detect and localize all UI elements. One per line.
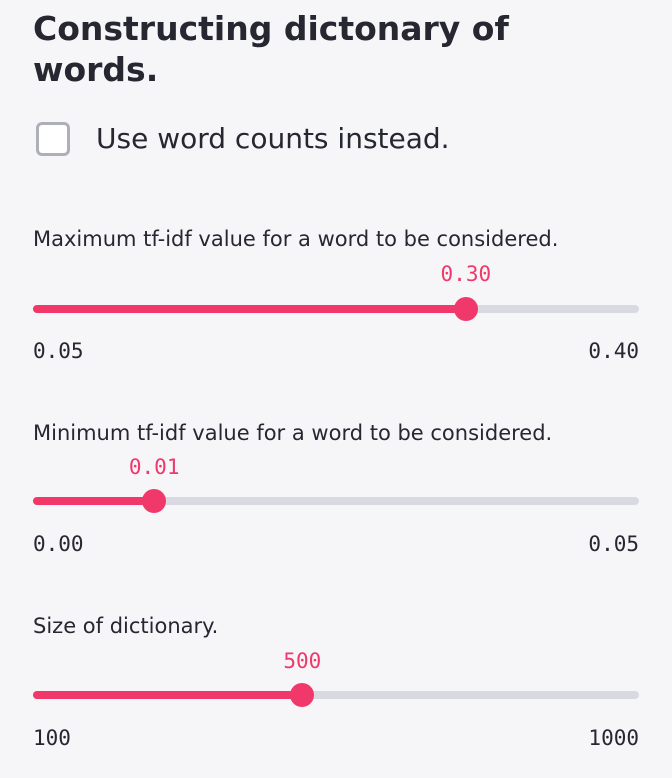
- word-counts-checkbox[interactable]: Use word counts instead.: [36, 119, 450, 159]
- dictionary-size-slider-label: Size of dictionary.: [33, 614, 219, 638]
- max-tfidf-slider-min: 0.05: [33, 339, 84, 363]
- dictionary-size-slider-fill: [33, 691, 303, 699]
- max-tfidf-slider-fill: [33, 305, 466, 313]
- dictionary-size-slider-track[interactable]: [33, 683, 639, 707]
- min-tfidf-slider-label: Minimum tf-idf value for a word to be co…: [33, 421, 553, 445]
- max-tfidf-slider-thumb[interactable]: [453, 297, 478, 321]
- dictionary-size-slider-value: 500: [283, 649, 322, 673]
- dictionary-size-slider-thumb[interactable]: [290, 683, 315, 707]
- min-tfidf-slider-track[interactable]: [33, 489, 639, 513]
- section-title: Constructing dictonary of words.: [33, 9, 509, 89]
- min-tfidf-slider-value: 0.01: [128, 455, 180, 479]
- min-tfidf-slider-fill: [33, 497, 155, 505]
- dictionary-size-slider-min: 100: [33, 726, 71, 750]
- min-tfidf-slider-max: 0.05: [588, 532, 639, 556]
- min-tfidf-slider-min: 0.00: [33, 532, 84, 556]
- max-tfidf-slider-max: 0.40: [588, 339, 639, 363]
- max-tfidf-slider-label: Maximum tf-idf value for a word to be co…: [33, 227, 559, 251]
- min-tfidf-slider-thumb[interactable]: [142, 489, 167, 513]
- max-tfidf-slider-value: 0.30: [440, 262, 492, 286]
- max-tfidf-slider-track[interactable]: [33, 297, 639, 321]
- checkbox-label[interactable]: Use word counts instead.: [96, 119, 450, 159]
- dictionary-size-slider-max: 1000: [588, 726, 639, 750]
- checkbox-box[interactable]: [36, 122, 70, 156]
